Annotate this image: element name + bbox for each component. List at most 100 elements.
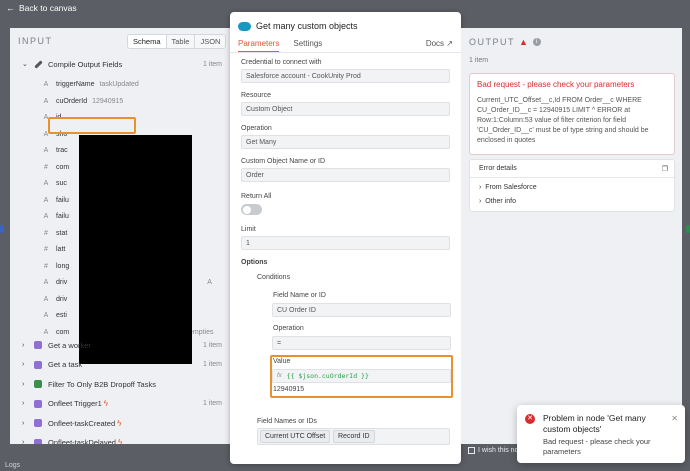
chevron-right-icon: ›	[22, 341, 25, 349]
field-type-icon: A	[43, 213, 49, 220]
tab-settings[interactable]: Settings	[293, 39, 322, 53]
field-chip-utc-offset[interactable]: Current UTC Offset	[260, 430, 331, 443]
toast-title: Problem in node 'Get many custom objects…	[543, 413, 646, 434]
copy-icon[interactable]: ❐	[662, 165, 668, 173]
field-row[interactable]: # com	[40, 160, 74, 175]
canvas-node-edge-right	[686, 225, 690, 233]
divider	[230, 52, 461, 53]
field-name: triggerName	[56, 81, 95, 88]
error-box: Bad request - please check your paramete…	[469, 73, 675, 155]
resource-select[interactable]: Custom Object	[241, 102, 450, 116]
field-chip-record-id[interactable]: Record ID	[333, 430, 375, 443]
node-name-text: Onfleet Trigger1	[48, 399, 102, 408]
field-name: com	[56, 328, 70, 336]
lightning-icon: ϟ	[103, 399, 109, 408]
chevron-right-icon: ›	[479, 184, 482, 191]
tree-node[interactable]: › Get a task 1 item	[10, 356, 230, 374]
error-icon: ✕	[525, 414, 535, 424]
error-details-title: Error details	[479, 165, 517, 172]
credential-label: Credential to connect with	[241, 59, 322, 66]
field-row[interactable]: # long	[40, 259, 74, 274]
field-row[interactable]: Asuc	[40, 176, 72, 191]
tree-node[interactable]: › Onfleet-taskDelayed ϟ	[10, 434, 230, 444]
field-row[interactable]: Adriv	[40, 292, 72, 307]
chevron-right-icon: ›	[22, 419, 25, 427]
conditions-label: Conditions	[257, 274, 291, 281]
condition-operation-label: Operation	[273, 325, 304, 332]
field-type-icon: A	[43, 97, 49, 105]
redacted-area	[79, 135, 192, 364]
field-name: failu	[56, 213, 69, 220]
details-item-from-salesforce[interactable]: › From Salesforce	[479, 184, 537, 191]
output-panel: OUTPUT ▲ i 1 item Bad request - please c…	[461, 28, 682, 444]
field-name-select[interactable]: CU Order ID	[272, 303, 451, 317]
limit-input[interactable]: 1	[241, 236, 450, 250]
output-header: OUTPUT ▲ i	[469, 37, 542, 47]
field-name: long	[56, 262, 70, 270]
node-name: Onfleet Trigger1 ϟ	[48, 399, 108, 408]
logs-label[interactable]: Logs	[5, 462, 20, 469]
info-icon[interactable]: i	[533, 38, 542, 46]
field-row[interactable]: AtriggerName taskUpdated	[40, 77, 139, 92]
tab-schema[interactable]: Schema	[128, 35, 167, 48]
tree-node[interactable]: › Get a worker 1 item	[10, 336, 230, 354]
operation-select[interactable]: Get Many	[241, 135, 450, 149]
node-item-count: 1 item	[202, 60, 222, 68]
node-name-text: Onfleet-taskDelayed	[48, 438, 116, 444]
field-name: com	[56, 163, 70, 171]
field-type-icon: #	[44, 262, 48, 270]
field-row[interactable]: Aesti	[40, 308, 72, 323]
field-name: failu	[56, 196, 69, 204]
field-type-icon: A	[43, 328, 49, 336]
field-row[interactable]: AcuOrderId 12940915	[40, 94, 124, 109]
tab-parameters[interactable]: Parameters	[238, 39, 280, 53]
field-row[interactable]: Atrac	[40, 143, 73, 158]
field-name: trac	[56, 147, 68, 154]
details-item-label: From Salesforce	[485, 184, 537, 191]
checkbox-icon	[468, 447, 475, 454]
field-type-icon: A	[43, 180, 49, 187]
field-name: suc	[56, 180, 67, 187]
node-name: Onfleet-taskDelayed ϟ	[48, 438, 122, 444]
tree-node[interactable]: › Onfleet-taskCreated ϟ	[10, 414, 230, 432]
chevron-right-icon: ›	[22, 400, 25, 407]
field-row[interactable]: # latt	[40, 242, 70, 257]
node-name-text: Get a task	[48, 360, 83, 369]
field-row[interactable]: Afailu	[40, 209, 74, 224]
chevron-right-icon: ›	[22, 361, 25, 368]
field-name: driv	[56, 295, 68, 303]
docs-link[interactable]: Docs ↗	[426, 39, 453, 48]
lightning-icon: ϟ	[117, 438, 123, 444]
custom-object-select[interactable]: Order	[241, 168, 450, 182]
node-type-icon	[34, 380, 42, 388]
tree-node[interactable]: › Onfleet Trigger1 ϟ 1 item	[10, 395, 230, 413]
field-type-icon: A	[43, 196, 49, 204]
node-item-count: 1 item	[202, 361, 222, 368]
chevron-right-icon: ›	[22, 380, 25, 388]
tab-json[interactable]: JSON	[195, 35, 225, 48]
node-header: Get many custom objects	[238, 21, 358, 31]
field-row[interactable]: # stat	[40, 226, 72, 241]
node-item-count: 1 item	[202, 341, 222, 349]
docs-label: Docs	[425, 39, 445, 48]
condition-operation-select[interactable]: =	[272, 336, 451, 350]
return-all-toggle[interactable]	[241, 204, 262, 215]
field-type-icon: A	[43, 279, 49, 286]
tab-table[interactable]: Table	[167, 35, 196, 48]
field-row[interactable]: Afailu	[40, 193, 74, 208]
credential-select[interactable]: Salesforce account - CookUnity Prod	[241, 69, 450, 83]
node-title[interactable]: Get many custom objects	[256, 21, 358, 31]
tree-node-compile-output-fields[interactable]: ⌄ Compile Output Fields 1 item	[10, 55, 230, 73]
close-icon[interactable]: ✕	[671, 414, 678, 423]
input-panel: INPUT Schema Table JSON ⌄ Compile Output…	[10, 28, 230, 444]
node-name: Filter To Only B2B Dropoff Tasks	[48, 380, 156, 389]
tree-node[interactable]: › Filter To Only B2B Dropoff Tasks	[10, 375, 230, 393]
external-link-icon: ↗	[446, 39, 453, 48]
details-item-other-info[interactable]: › Other info	[479, 198, 516, 205]
lightning-icon: ϟ	[117, 418, 122, 428]
field-value: A	[207, 279, 212, 286]
back-to-canvas-button[interactable]: ← Back to canvas	[6, 3, 77, 13]
node-item-count: 1 item	[202, 400, 222, 407]
node-name: Get a worker	[48, 341, 91, 350]
field-name: driv	[56, 279, 68, 286]
